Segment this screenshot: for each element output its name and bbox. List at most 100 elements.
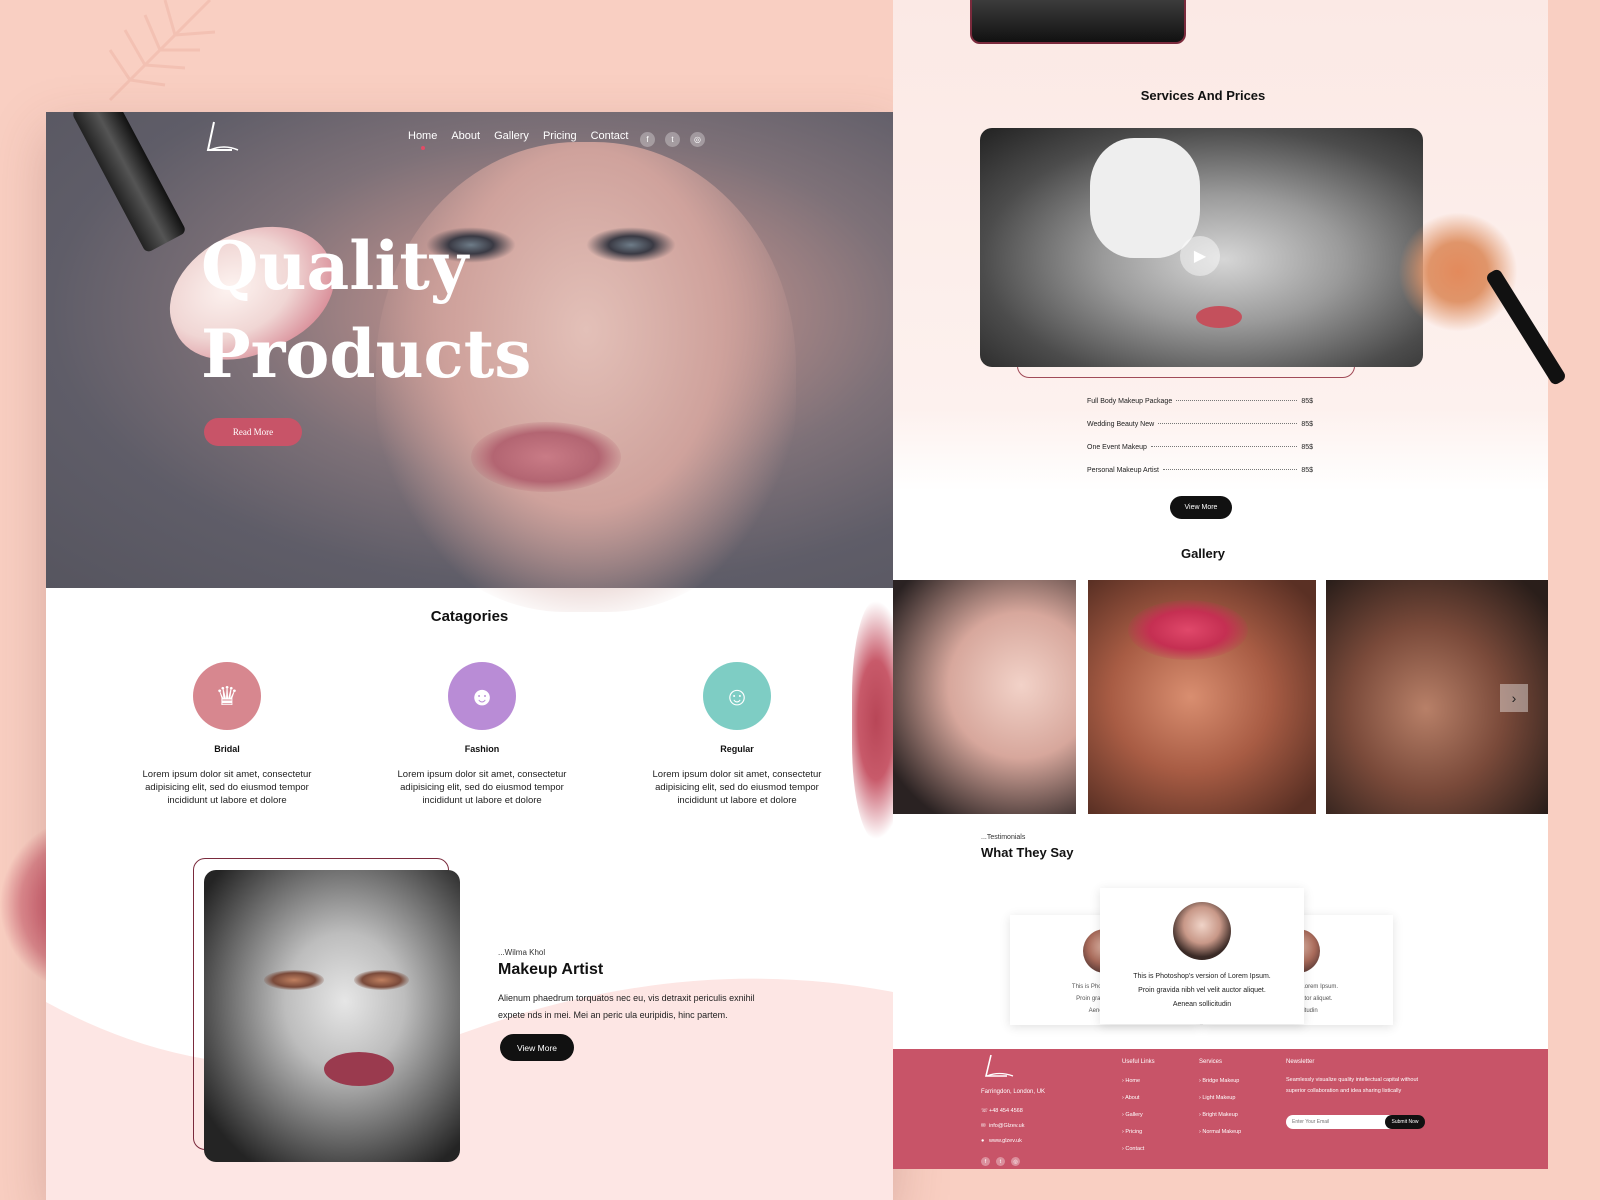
nav-pricing[interactable]: Pricing — [543, 130, 577, 142]
footer-useful-links: Useful Links › Home › About › Gallery › … — [1122, 1059, 1155, 1158]
category-fashion[interactable]: ☻ Fashion Lorem ipsum dolor sit amet, co… — [387, 662, 577, 807]
top-cropped-image — [970, 0, 1186, 44]
service-name: Full Body Makeup Package — [1087, 398, 1173, 405]
globe-icon: ● — [981, 1138, 985, 1144]
footer-service-link[interactable]: › Bridge Makeup — [1199, 1073, 1241, 1090]
palm-leaf-decoration — [108, 0, 216, 102]
link-label: Normal Makeup — [1202, 1129, 1242, 1135]
price-row: Personal Makeup Artist 85$ — [1087, 467, 1313, 490]
dot-leader — [1162, 469, 1298, 470]
nav-about[interactable]: About — [451, 130, 480, 142]
twitter-icon[interactable]: t — [996, 1157, 1005, 1166]
woman-icon: ☺ — [703, 662, 771, 730]
facebook-icon[interactable]: f — [981, 1157, 990, 1166]
service-name: Wedding Beauty New — [1087, 421, 1155, 428]
footer-social: f t ◎ — [981, 1157, 1020, 1166]
hero-title-line2: Products — [201, 315, 532, 393]
footer-service-link[interactable]: › Normal Makeup — [1199, 1124, 1241, 1141]
price-row: Wedding Beauty New 85$ — [1087, 421, 1313, 444]
testimonial-line: Proin gravida nibh vel velit auctor aliq… — [1138, 987, 1266, 994]
homepage-left: Home About Gallery Pricing Contact f t ◎… — [46, 112, 893, 1200]
price-row: Full Body Makeup Package 85$ — [1087, 398, 1313, 421]
social-links: f t ◎ — [640, 132, 705, 147]
footer-service-link[interactable]: › Bright Makeup — [1199, 1107, 1241, 1124]
testimonials-subtitle: ...Testimonials — [981, 834, 1026, 841]
gallery-image-2[interactable] — [1088, 580, 1316, 814]
brush-handle-image — [71, 112, 187, 254]
about-text: Alienum phaedrum torquatos nec eu, vis d… — [498, 993, 755, 1020]
testimonial-line: Aenean sollicitudin — [1172, 1001, 1232, 1008]
hero-section: Home About Gallery Pricing Contact f t ◎… — [46, 112, 893, 612]
newsletter-text: Seamlessly visualize quality intellectua… — [1286, 1077, 1419, 1094]
testimonial-card-main[interactable]: This is Photoshop's version of Lorem Ips… — [1100, 888, 1304, 1024]
service-name: Personal Makeup Artist — [1087, 467, 1159, 474]
dot-leader — [1150, 446, 1298, 447]
service-price: 85$ — [1301, 398, 1313, 405]
category-name: Regular — [720, 744, 754, 754]
category-desc: Lorem ipsum dolor sit amet, consectetur … — [397, 769, 567, 806]
footer-email[interactable]: info@Glzev.uk — [989, 1123, 1024, 1129]
mail-icon: ✉ — [981, 1123, 986, 1129]
eyeshadow-image — [1128, 600, 1248, 660]
twitter-icon[interactable]: t — [665, 132, 680, 147]
services-title: Services And Prices — [1140, 88, 1266, 103]
hero-lips — [471, 422, 621, 492]
nav-gallery[interactable]: Gallery — [494, 130, 529, 142]
category-desc: Lorem ipsum dolor sit amet, consectetur … — [652, 769, 822, 806]
facebook-icon[interactable]: f — [640, 132, 655, 147]
category-name: Fashion — [464, 744, 500, 754]
footer-phone[interactable]: +48 454 4568 — [989, 1108, 1023, 1114]
phone-icon: ☏ — [981, 1108, 988, 1114]
footer-link-home[interactable]: › Home — [1122, 1073, 1155, 1090]
footer-link-gallery[interactable]: › Gallery — [1122, 1107, 1155, 1124]
about-photo-lips — [324, 1052, 394, 1086]
link-label: Light Makeup — [1202, 1095, 1236, 1101]
footer-address: Farringdon, London, UK — [981, 1089, 1046, 1095]
instagram-icon[interactable]: ◎ — [690, 132, 705, 147]
category-regular[interactable]: ☺ Regular Lorem ipsum dolor sit amet, co… — [642, 662, 832, 807]
services-view-more-button[interactable]: View More — [1170, 496, 1232, 519]
link-label: Bright Makeup — [1202, 1112, 1238, 1118]
hero-title: Quality Products — [201, 222, 621, 398]
homepage-right: Services And Prices ▶ Full Body Makeup P… — [893, 0, 1548, 1169]
about-view-more-button[interactable]: View More — [500, 1034, 574, 1061]
dot-leader — [1158, 423, 1298, 424]
video-lips-image — [1196, 306, 1242, 328]
testimonial-text: This is Photoshop's version of Lorem Ips… — [1100, 970, 1304, 1012]
footer: Farringdon, London, UK ☏+48 454 4568 ✉ in… — [893, 1049, 1548, 1169]
nav-home[interactable]: Home — [408, 130, 437, 150]
link-label: Contact — [1125, 1146, 1145, 1152]
bride-icon: ♛ — [193, 662, 261, 730]
link-label: Bridge Makeup — [1202, 1078, 1240, 1084]
footer-logo[interactable] — [981, 1054, 1015, 1080]
dot-leader — [1176, 400, 1298, 401]
nav-contact[interactable]: Contact — [591, 130, 629, 142]
footer-link-pricing[interactable]: › Pricing — [1122, 1124, 1155, 1141]
footer-newsletter: Newsletter Seamlessly visualize quality … — [1286, 1059, 1426, 1097]
newsletter-submit-button[interactable]: Submit Now — [1385, 1115, 1425, 1129]
footer-link-contact[interactable]: › Contact — [1122, 1141, 1155, 1158]
instagram-icon[interactable]: ◎ — [1011, 1157, 1020, 1166]
categories-list: ♛ Bridal Lorem ipsum dolor sit amet, con… — [132, 662, 832, 807]
fashion-model-icon: ☻ — [448, 662, 516, 730]
gallery-image-1[interactable] — [893, 580, 1076, 814]
footer-link-about[interactable]: › About — [1122, 1090, 1155, 1107]
service-name: One Event Makeup — [1087, 444, 1147, 451]
price-list: Full Body Makeup Package 85$ Wedding Beau… — [1087, 398, 1313, 490]
site-logo[interactable] — [202, 120, 242, 156]
link-label: About — [1125, 1095, 1140, 1101]
services-video[interactable]: ▶ — [980, 128, 1423, 367]
play-icon[interactable]: ▶ — [1180, 236, 1220, 276]
about-photo-eye — [264, 970, 324, 990]
read-more-button[interactable]: Read More — [204, 418, 302, 446]
hero-title-line1: Quality — [201, 227, 469, 305]
footer-web[interactable]: www.glzev.uk — [989, 1138, 1022, 1144]
footer-service-link[interactable]: › Light Makeup — [1199, 1090, 1241, 1107]
service-price: 85$ — [1301, 444, 1313, 451]
link-label: Pricing — [1125, 1129, 1143, 1135]
chevron-right-icon[interactable]: › — [1500, 684, 1528, 712]
category-name: Bridal — [214, 744, 240, 754]
testimonials-title: What They Say — [981, 845, 1074, 860]
category-bridal[interactable]: ♛ Bridal Lorem ipsum dolor sit amet, con… — [132, 662, 322, 807]
service-price: 85$ — [1301, 467, 1313, 474]
